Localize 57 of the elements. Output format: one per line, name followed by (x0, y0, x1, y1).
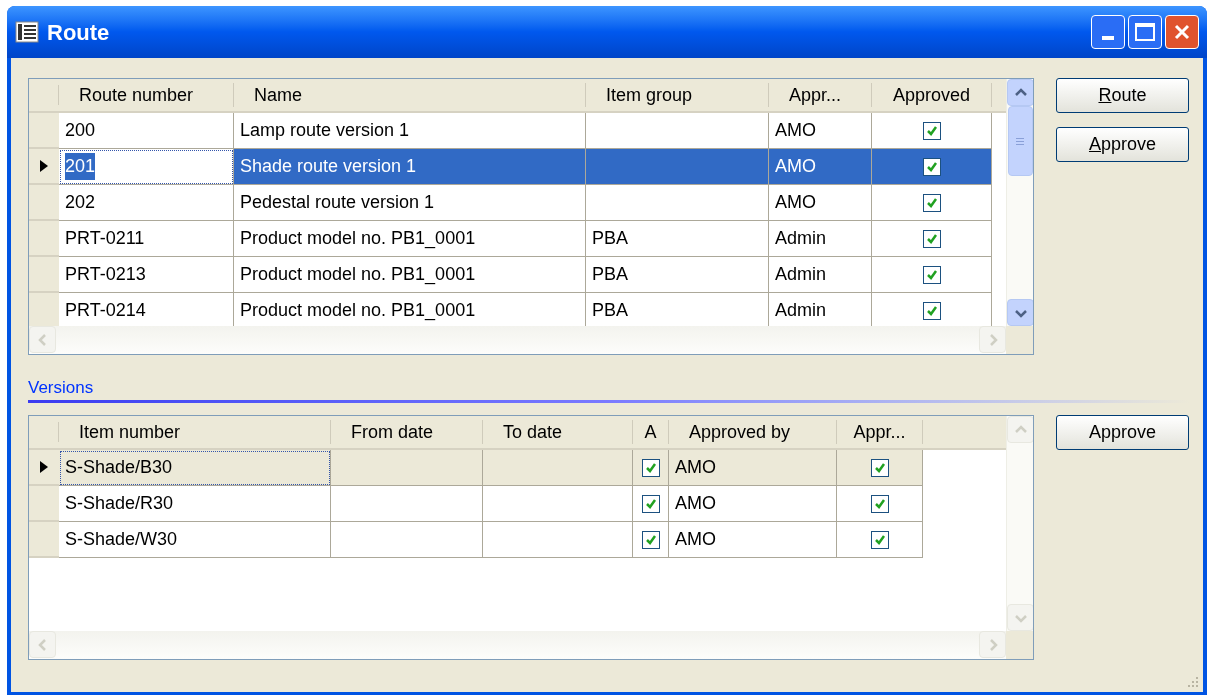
table-cell: AMO (669, 522, 837, 558)
scrollbar-corner (1006, 326, 1033, 354)
table-cell: S-Shade/W30 (59, 522, 331, 558)
checkbox[interactable] (922, 229, 941, 248)
table-cell: PBA (586, 221, 769, 257)
maximize-icon (1135, 23, 1155, 41)
action-button[interactable]: Approve (1056, 127, 1189, 162)
table-cell: Pedestal route version 1 (234, 185, 586, 221)
row-header[interactable] (29, 149, 59, 185)
scroll-up-button[interactable] (1007, 79, 1033, 106)
column-header[interactable]: Approved (872, 83, 992, 107)
table-cell: S-Shade/R30 (59, 486, 331, 522)
maximize-button[interactable] (1128, 15, 1162, 49)
minimize-icon (1102, 36, 1114, 40)
column-header[interactable]: Route number (59, 83, 234, 107)
table-cell: Product model no. PB1_0001 (234, 257, 586, 293)
table-cell: Admin (769, 257, 872, 293)
table-cell: Lamp route version 1 (234, 113, 586, 149)
column-header[interactable]: Appr... (769, 83, 872, 107)
action-button[interactable]: Route (1056, 78, 1189, 113)
scroll-thumb[interactable] (1007, 106, 1033, 176)
table-cell: PBA (586, 257, 769, 293)
table-cell: AMO (669, 486, 837, 522)
column-header[interactable]: Name (234, 83, 586, 107)
table-cell: AMO (769, 149, 872, 185)
checkbox[interactable] (922, 193, 941, 212)
table-cell: Product model no. PB1_0001 (234, 221, 586, 257)
caret-icon (36, 333, 49, 346)
resize-grip-icon[interactable] (1185, 674, 1199, 688)
table-cell: S-Shade/B30 (59, 450, 331, 486)
table-cell: PRT-0211 (59, 221, 234, 257)
scroll-down-button[interactable] (1007, 299, 1033, 326)
scrollbar-corner (1006, 631, 1033, 659)
checkbox[interactable] (922, 265, 941, 284)
table-cell: 200 (59, 113, 234, 149)
table-cell: Shade route version 1 (234, 149, 586, 185)
section-link[interactable]: Versions (28, 379, 94, 396)
table-cell: Admin (769, 221, 872, 257)
checkbox[interactable] (922, 157, 941, 176)
close-icon (1173, 23, 1191, 41)
table-cell: 201 (65, 153, 96, 180)
checkbox[interactable] (922, 301, 941, 320)
minimize-button[interactable] (1091, 15, 1125, 49)
window-title: Route (47, 18, 111, 47)
column-header[interactable]: Item group (586, 83, 769, 107)
table-cell: AMO (769, 185, 872, 221)
table-cell: PRT-0213 (59, 257, 234, 293)
table-icon (15, 21, 39, 43)
row-pointer-icon (40, 160, 48, 172)
table-cell: 202 (59, 185, 234, 221)
checkbox[interactable] (922, 121, 941, 140)
close-button[interactable] (1165, 15, 1199, 49)
action-button[interactable]: Approve (1056, 415, 1189, 450)
caret-icon (36, 638, 49, 651)
table-cell: AMO (669, 450, 837, 486)
table-cell: AMO (769, 113, 872, 149)
row-pointer-icon (40, 461, 48, 473)
